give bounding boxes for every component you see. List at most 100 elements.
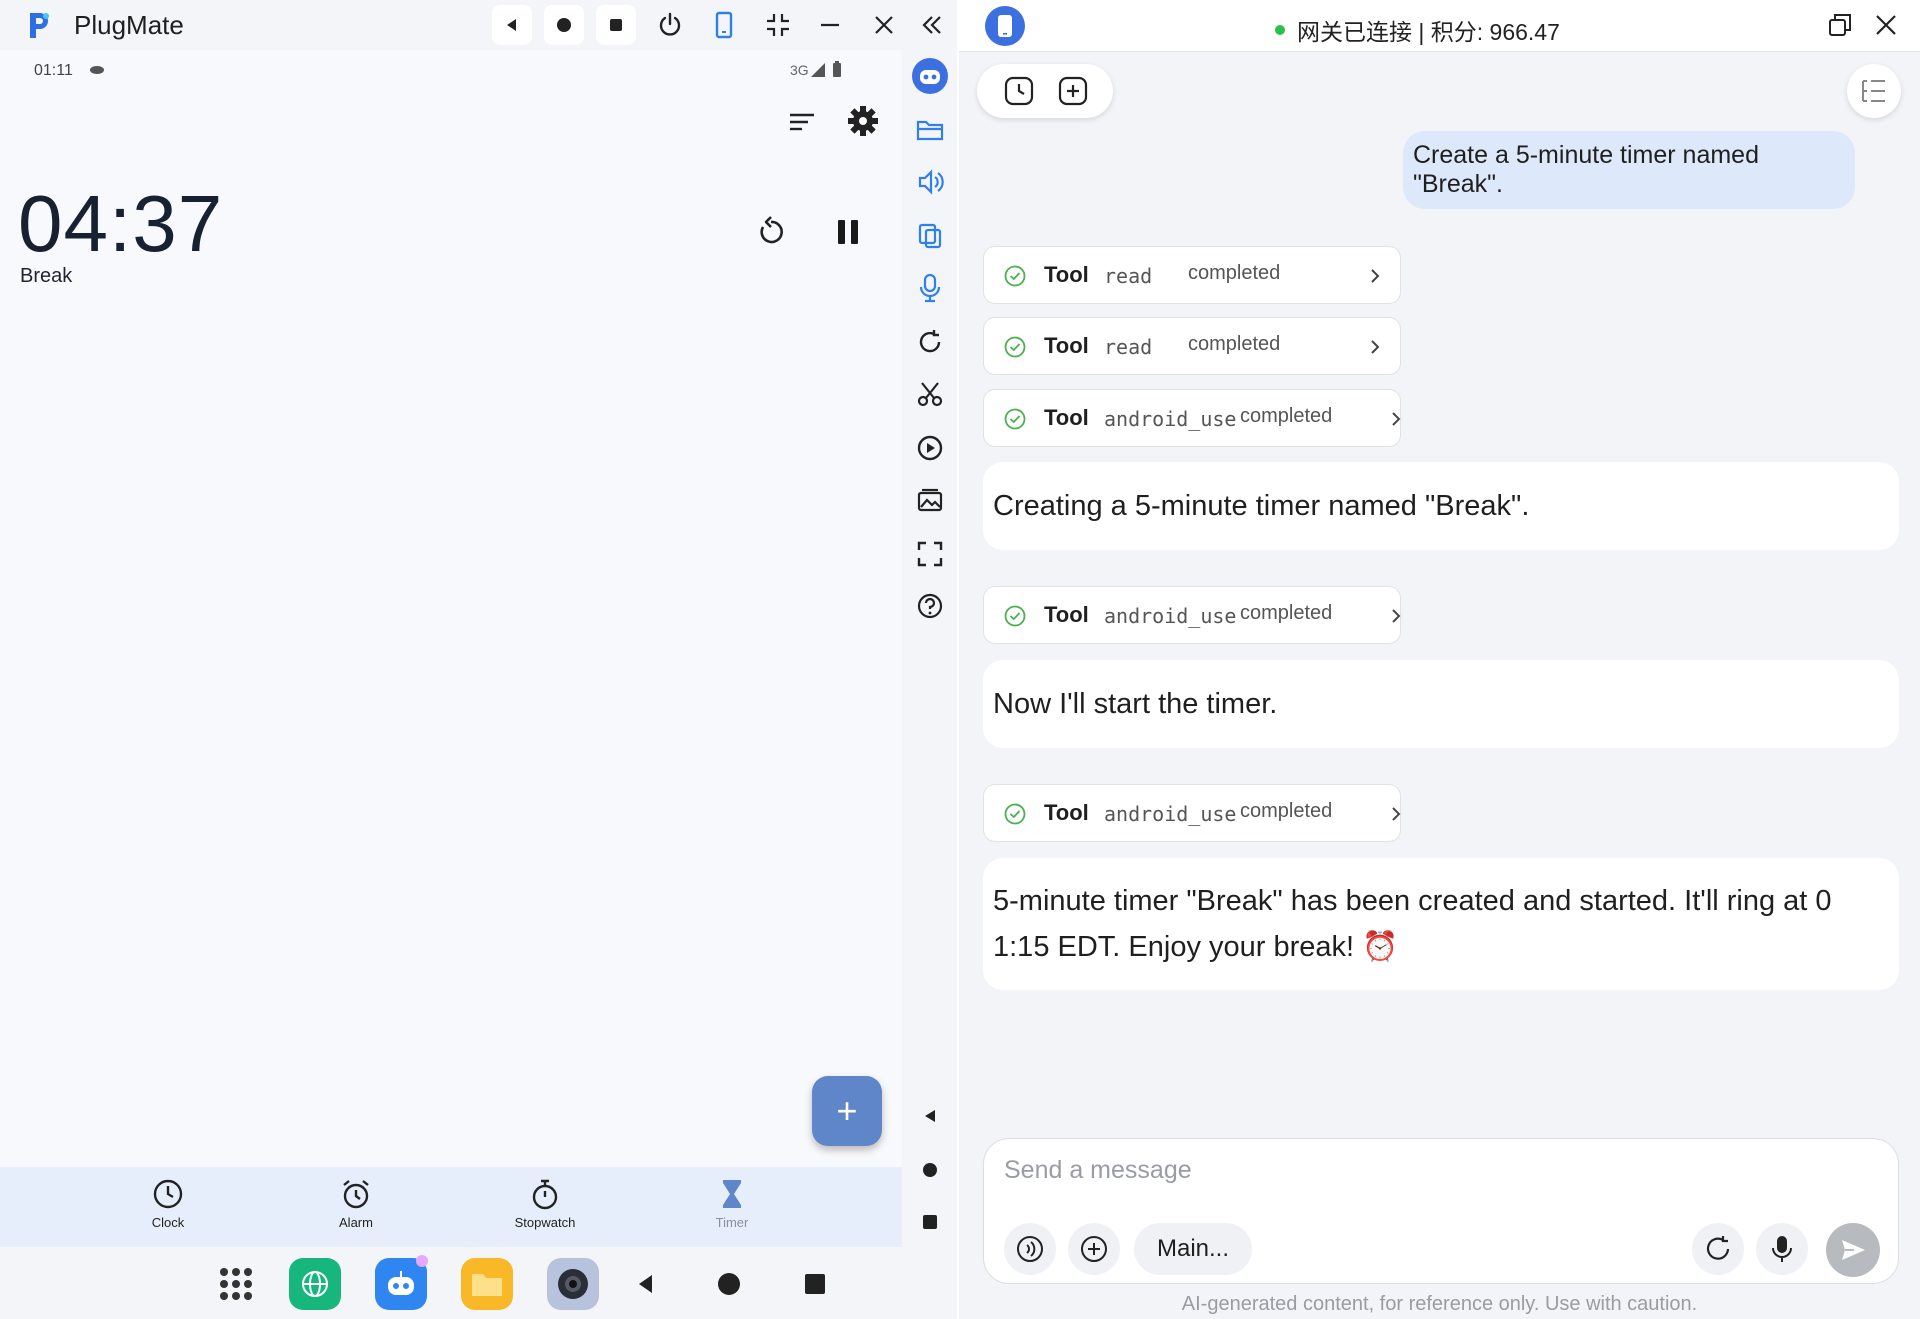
collapse-button[interactable] [912,5,952,45]
tool-call-card[interactable]: Tool read completed [983,317,1401,375]
tab-label: Alarm [339,1215,373,1230]
tool-label: Tool [1044,602,1089,627]
notification-dot [416,1255,428,1267]
home-circle-icon [557,18,571,32]
minimize-button[interactable] [810,5,850,45]
timer-label[interactable]: Break [20,265,72,288]
nav-recents-icon[interactable] [789,1258,841,1310]
regenerate-button[interactable] [1692,1223,1744,1275]
nav-home-icon[interactable] [703,1258,755,1310]
files-app-icon[interactable] [461,1258,513,1310]
notification-icon [88,64,106,76]
timer-countdown: 04:37 [18,179,224,268]
app-title: PlugMate [74,10,184,40]
pause-icon[interactable] [834,217,862,247]
chevron-right-icon [1368,267,1382,285]
tool-label: Tool [1044,405,1089,430]
recents-icon[interactable] [914,1206,946,1238]
refresh-icon[interactable] [914,326,946,358]
outline-button[interactable] [1847,64,1901,118]
recents-button[interactable] [596,5,636,45]
power-icon [659,12,681,36]
message-composer: Send a message Main... [983,1138,1899,1284]
back-button[interactable] [492,5,532,45]
phone-screen: 01:11 3G 04:37 Break + Clock Alarm Stopw… [0,50,902,1319]
tool-call-card[interactable]: Tool android_use completed [983,784,1401,842]
copy-icon[interactable] [914,220,946,252]
model-selector[interactable]: Main... [1134,1223,1252,1275]
restore-window-icon[interactable] [1827,12,1853,38]
tab-clock[interactable]: Clock [113,1177,223,1241]
sound-wave-icon [1017,1236,1043,1262]
chevron-right-icon [1368,338,1382,356]
shrink-button[interactable] [758,5,798,45]
chat-action-group [977,64,1113,118]
close-button[interactable] [864,5,904,45]
fullscreen-icon[interactable] [914,538,946,570]
microphone-icon [1772,1236,1792,1262]
folder-icon[interactable] [914,114,946,146]
hourglass-icon [715,1177,749,1211]
plugmate-window: PlugMate 01:11 3G 04:37 Break + Clock Al… [0,0,957,1319]
tool-label: Tool [1044,262,1089,287]
add-timer-button[interactable]: + [812,1076,882,1146]
tool-call-card[interactable]: Tool android_use completed [983,586,1401,644]
history-icon[interactable] [1003,75,1035,107]
play-icon[interactable] [914,432,946,464]
attach-button[interactable] [1068,1223,1120,1275]
camera-app-icon[interactable] [547,1258,599,1310]
android-taskbar [0,1247,902,1319]
scissors-icon[interactable] [914,378,946,410]
microphone-icon[interactable] [914,272,946,304]
send-icon [1842,1240,1865,1260]
browser-icon[interactable] [289,1258,341,1310]
tab-alarm[interactable]: Alarm [301,1177,411,1241]
assistant-message: Now I'll start the timer. [983,660,1899,748]
check-circle-icon [1004,803,1026,825]
sort-icon[interactable] [786,106,818,138]
signal-icon [810,62,826,78]
power-button[interactable] [650,5,690,45]
nav-back-icon[interactable] [620,1258,672,1310]
status-dot [1275,25,1285,35]
phone-app-icon[interactable] [985,6,1025,46]
tool-name: android_use [1104,407,1237,431]
rotate-phone-button[interactable] [704,5,744,45]
assistant-icon[interactable] [912,58,948,94]
gallery-icon[interactable] [914,484,946,516]
reset-icon[interactable] [754,215,788,249]
app-drawer-icon[interactable] [210,1258,262,1310]
new-chat-icon[interactable] [1057,75,1089,107]
tool-call-card[interactable]: Tool read completed [983,246,1401,304]
check-circle-icon [1004,408,1026,430]
voice-mode-button[interactable] [1004,1223,1056,1275]
recents-square-icon [610,19,622,31]
message-input[interactable]: Send a message [1004,1156,1192,1185]
tool-status: completed [1240,405,1333,427]
tool-call-card[interactable]: Tool android_use completed [983,389,1401,447]
clock-icon [151,1177,185,1211]
close-icon[interactable] [1873,12,1899,38]
tab-timer[interactable]: Timer [677,1177,787,1241]
user-message: Create a 5-minute timer named "Break". [1403,131,1855,209]
chevron-right-icon [1389,805,1403,823]
tool-name: android_use [1104,604,1237,628]
microphone-button[interactable] [1756,1223,1808,1275]
send-button[interactable] [1826,1223,1880,1277]
check-circle-icon [1004,265,1026,287]
gear-icon[interactable] [846,104,880,138]
home-icon[interactable] [914,1154,946,1186]
connection-status: 网关已连接 | 积分: 966.47 [1275,13,1560,47]
tool-status: completed [1240,800,1333,822]
chat-window: 网关已连接 | 积分: 966.47 Create a 5-minute tim… [959,0,1920,1319]
tab-stopwatch[interactable]: Stopwatch [490,1177,600,1241]
outline-icon [1862,80,1885,102]
battery-icon [832,61,842,78]
home-button[interactable] [544,5,584,45]
help-icon[interactable] [914,590,946,622]
volume-icon[interactable] [914,166,946,198]
plus-icon: + [836,1090,858,1131]
back-icon[interactable] [914,1100,946,1132]
screen: PlugMate 01:11 3G 04:37 Break + Clock Al… [0,0,1920,1319]
tool-status: completed [1240,602,1333,624]
